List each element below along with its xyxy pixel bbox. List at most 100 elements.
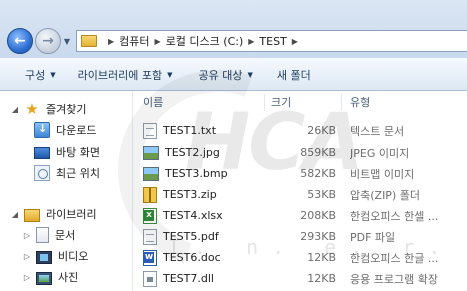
text-file-icon xyxy=(143,122,157,139)
tree-expanded-icon[interactable]: ◢ xyxy=(10,105,20,114)
file-name: TEST3.bmp xyxy=(165,167,228,180)
column-divider[interactable] xyxy=(264,94,265,111)
file-size: 12KB xyxy=(307,251,336,264)
file-type: 한컴오피스 한글 ... xyxy=(350,251,439,265)
file-name-cell: TEST7.dll xyxy=(143,269,269,288)
dll-file-icon xyxy=(143,270,157,287)
documents-library-icon xyxy=(36,227,49,243)
navigation-pane: ◢ ★ 즐겨찾기 다운로드 바탕 화면 최근 위치 ◢ 라이브러리 ▷ 문서 ▷… xyxy=(0,91,133,291)
nav-item-label: 사진 xyxy=(58,271,79,284)
file-list: 이름 크기 유형 TEST1.txt 26KB 텍스트 문서 TEST2.jpg… xyxy=(133,91,467,291)
file-type: JPEG 이미지 xyxy=(350,146,410,160)
file-type: PDF 파일 xyxy=(350,230,396,244)
column-divider[interactable] xyxy=(341,94,342,111)
new-folder-button[interactable]: 새 폴더 xyxy=(277,67,311,83)
file-name: TEST5.pdf xyxy=(163,230,219,243)
column-header-name[interactable]: 이름 xyxy=(143,91,269,113)
file-row[interactable]: TEST4.xlsx 208KB 한컴오피스 한셀 ... xyxy=(133,206,467,225)
spreadsheet-file-icon xyxy=(143,207,157,224)
file-name-cell: TEST3.bmp xyxy=(143,164,269,183)
file-size: 582KB xyxy=(300,167,336,180)
address-bar[interactable]: ▶ 컴퓨터 ▶ 로컬 디스크 (C:) ▶ TEST ▶ xyxy=(76,30,467,52)
file-size: 53KB xyxy=(307,188,336,201)
nav-item-label: 비디오 xyxy=(58,250,89,263)
breadcrumb-separator-icon[interactable]: ▶ xyxy=(108,37,114,46)
libraries-icon xyxy=(24,208,40,222)
breadcrumb-test[interactable]: TEST xyxy=(259,35,286,48)
file-name: TEST6.doc xyxy=(163,251,221,264)
nav-item-downloads[interactable]: 다운로드 xyxy=(34,120,96,140)
file-type: 비트맵 이미지 xyxy=(350,167,415,181)
column-header-label: 이름 xyxy=(143,96,164,109)
file-row[interactable]: TEST7.dll 12KB 응용 프로그램 확장 xyxy=(133,269,467,288)
nav-item-desktop[interactable]: 바탕 화면 xyxy=(34,142,100,162)
nav-item-label: 문서 xyxy=(55,229,76,242)
nav-item-documents[interactable]: ▷ 문서 xyxy=(22,225,75,245)
file-row[interactable]: TEST6.doc 12KB 한컴오피스 한글 ... xyxy=(133,248,467,267)
bitmap-image-icon xyxy=(143,167,159,181)
file-row[interactable]: TEST3.zip 53KB 압축(ZIP) 폴더 xyxy=(133,185,467,204)
zip-folder-icon xyxy=(143,186,157,203)
tree-collapsed-icon[interactable]: ▷ xyxy=(22,252,32,261)
recent-pages-dropdown-icon[interactable]: ▼ xyxy=(62,34,72,48)
tree-collapsed-icon[interactable]: ▷ xyxy=(22,273,32,282)
organize-button[interactable]: 구성 ▼ xyxy=(25,67,56,83)
downloads-folder-icon xyxy=(34,122,50,138)
nav-item-videos[interactable]: ▷ 비디오 xyxy=(22,246,88,266)
word-document-icon xyxy=(143,249,157,266)
nav-item-label: 바탕 화면 xyxy=(56,146,100,159)
column-header-type[interactable]: 유형 xyxy=(350,91,467,113)
organize-label: 구성 xyxy=(25,68,46,82)
nav-libraries[interactable]: ◢ 라이브러리 xyxy=(10,204,97,224)
chevron-down-icon: ▼ xyxy=(167,70,173,79)
chevron-down-icon: ▼ xyxy=(50,70,56,79)
share-with-button[interactable]: 공유 대상 ▼ xyxy=(199,67,253,83)
nav-item-pictures[interactable]: ▷ 사진 xyxy=(22,267,78,287)
star-icon: ★ xyxy=(25,100,39,118)
file-name-cell: TEST4.xlsx xyxy=(143,206,269,225)
breadcrumb-separator-icon[interactable]: ▶ xyxy=(248,37,254,46)
file-size: 859KB xyxy=(300,146,336,159)
add-to-library-label: 라이브러리에 포함 xyxy=(77,68,163,82)
nav-item-recent-places[interactable]: 최근 위치 xyxy=(34,163,100,183)
file-row[interactable]: TEST2.jpg 859KB JPEG 이미지 xyxy=(133,143,467,162)
file-type: 응용 프로그램 확장 xyxy=(350,272,438,286)
breadcrumb-local-disk[interactable]: 로컬 디스크 (C:) xyxy=(166,33,244,49)
folder-icon xyxy=(81,35,97,47)
add-to-library-button[interactable]: 라이브러리에 포함 ▼ xyxy=(78,67,173,83)
file-size: 208KB xyxy=(300,209,336,222)
share-with-label: 공유 대상 xyxy=(198,68,243,82)
file-name-cell: TEST6.doc xyxy=(143,248,269,267)
file-row[interactable]: TEST5.pdf 293KB PDF 파일 xyxy=(133,227,467,246)
column-header-size[interactable]: 크기 xyxy=(271,91,341,113)
file-size: 293KB xyxy=(300,230,336,243)
tree-collapsed-icon[interactable]: ▷ xyxy=(22,231,32,240)
chevron-down-icon: ▼ xyxy=(247,70,253,79)
file-type: 압축(ZIP) 폴더 xyxy=(350,188,420,202)
breadcrumb-separator-icon[interactable]: ▶ xyxy=(155,37,161,46)
file-row[interactable]: TEST3.bmp 582KB 비트맵 이미지 xyxy=(133,164,467,183)
file-row[interactable]: TEST1.txt 26KB 텍스트 문서 xyxy=(133,121,467,140)
file-name-cell: TEST2.jpg xyxy=(143,143,269,162)
desktop-icon xyxy=(34,147,50,159)
command-bar: 구성 ▼ 라이브러리에 포함 ▼ 공유 대상 ▼ 새 폴더 xyxy=(0,58,467,91)
file-name: TEST2.jpg xyxy=(165,146,220,159)
forward-arrow-icon[interactable]: → xyxy=(35,28,61,54)
file-type: 한컴오피스 한셀 ... xyxy=(350,209,439,223)
file-name: TEST3.zip xyxy=(163,188,217,201)
nav-libraries-label: 라이브러리 xyxy=(46,208,97,221)
breadcrumb-separator-icon[interactable]: ▶ xyxy=(292,37,298,46)
tree-expanded-icon[interactable]: ◢ xyxy=(10,210,20,219)
back-arrow-icon[interactable]: ← xyxy=(7,28,33,54)
file-type: 텍스트 문서 xyxy=(350,124,405,138)
column-header-label: 크기 xyxy=(271,96,292,109)
file-name: TEST4.xlsx xyxy=(163,209,223,222)
new-folder-label: 새 폴더 xyxy=(276,68,311,82)
pictures-library-icon xyxy=(36,271,52,285)
videos-library-icon xyxy=(36,250,52,264)
nav-favorites[interactable]: ◢ ★ 즐겨찾기 xyxy=(10,99,87,119)
file-name-cell: TEST3.zip xyxy=(143,185,269,204)
breadcrumb-computer[interactable]: 컴퓨터 xyxy=(119,33,149,49)
jpeg-image-icon xyxy=(143,146,159,160)
file-size: 12KB xyxy=(307,272,336,285)
